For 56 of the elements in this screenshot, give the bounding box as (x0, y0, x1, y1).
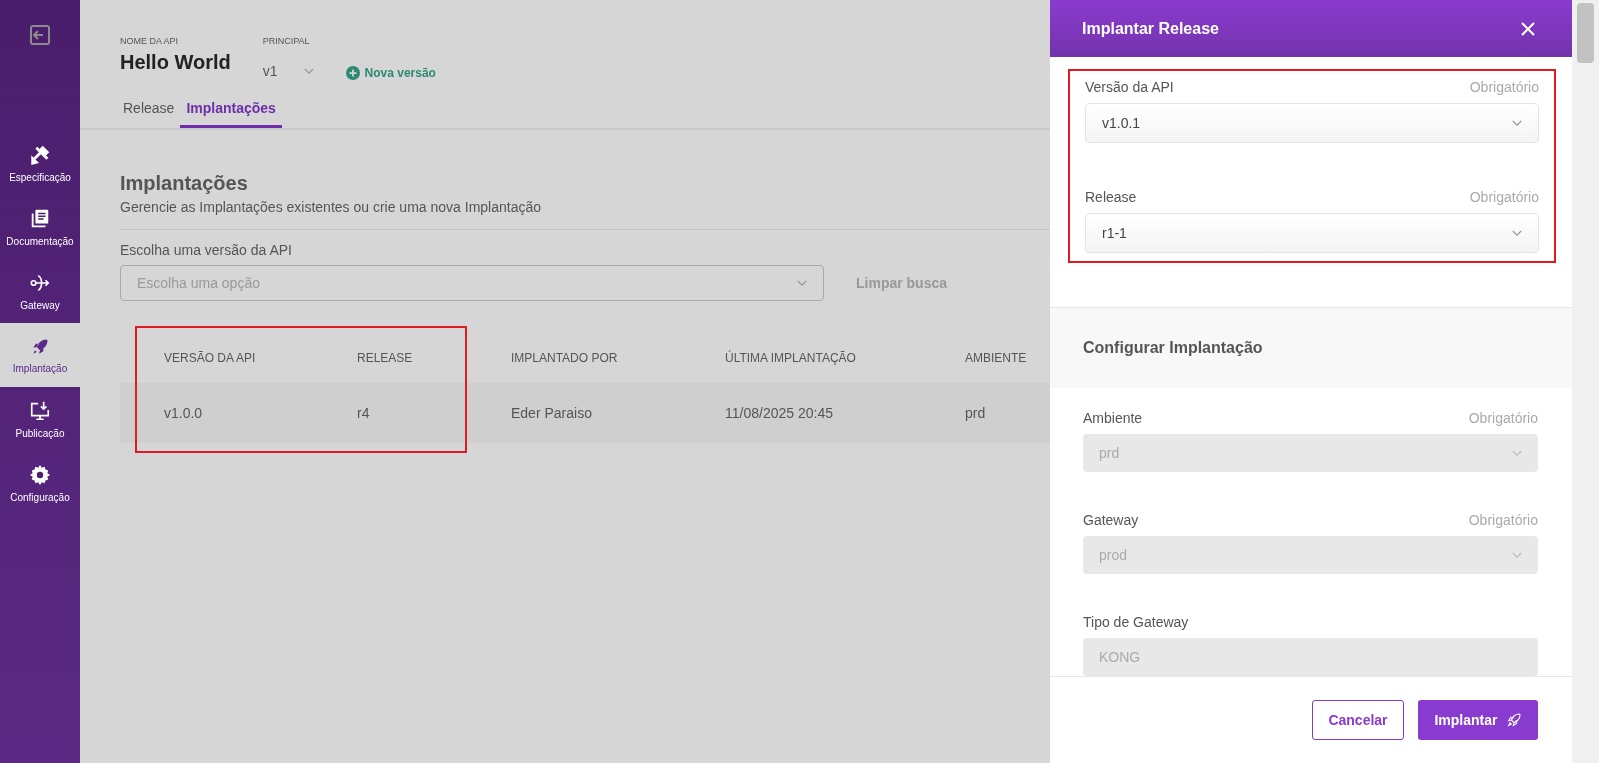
chevron-down-icon (1512, 449, 1522, 457)
scrollbar[interactable] (1572, 0, 1599, 763)
field-label: Release (1085, 189, 1137, 206)
sidebar-item[interactable]: Configuração (0, 451, 80, 515)
table-cell-text: Eder Paraiso (510, 405, 593, 421)
principal-label: PRINCIPAL (262, 36, 311, 46)
filter-label: Escolha uma versão da API (120, 242, 293, 258)
table-cell-text: v1.0.0 (163, 405, 204, 421)
sidebar-item[interactable]: Documentação (0, 195, 80, 259)
chevron-down-icon (1512, 229, 1522, 237)
column-header: VERSÃO DA API (163, 351, 257, 365)
api-name-label: NOME DA API (120, 36, 180, 46)
rocket-icon (1505, 712, 1522, 729)
select-field[interactable]: v1.0.1 (1085, 103, 1539, 144)
chevron-down-icon (1512, 119, 1522, 127)
table-cell-text: prd (964, 405, 987, 421)
required-label: Obrigatório (1469, 189, 1539, 206)
column-header: IMPLANTADO POR (510, 351, 619, 365)
section-title: Implantações (120, 172, 249, 195)
sidebar-item[interactable]: Implantação (0, 323, 80, 387)
documents-icon (29, 207, 51, 230)
required-label: Obrigatório (1468, 512, 1538, 529)
field-label: Ambiente (1083, 410, 1143, 427)
section-subtitle: Gerencie as Implantações existentes ou crie uma nova Implantação (120, 199, 542, 215)
chevron-down-icon (1512, 551, 1522, 559)
api-name: Hello World (120, 51, 231, 74)
sidebar-item[interactable]: Gateway (0, 259, 80, 323)
column-header: RELEASE (356, 351, 414, 365)
column-header: ÚLTIMA IMPLANTAÇÃO (724, 351, 857, 365)
new-version-button[interactable]: Nova versão (345, 66, 436, 80)
close-icon[interactable] (1520, 20, 1536, 37)
table-cell-text: 11/08/2025 20:45 (724, 405, 834, 421)
tab[interactable]: Implantações (180, 94, 282, 128)
required-label: Obrigatório (1468, 410, 1538, 427)
monitor-download-icon (29, 399, 51, 422)
tab[interactable]: Release (117, 94, 181, 128)
chevron-down-icon (303, 67, 314, 75)
required-label: Obrigatório (1469, 79, 1539, 96)
field-label: Gateway (1083, 512, 1139, 529)
chevron-down-icon (797, 279, 807, 287)
field-label: Versão da API (1085, 79, 1174, 96)
deploy-button[interactable]: Implantar (1418, 700, 1538, 741)
cancel-button[interactable]: Cancelar (1312, 700, 1404, 741)
exit-icon[interactable] (28, 23, 52, 47)
panel-title: Implantar Release (1082, 19, 1219, 38)
version-select[interactable]: v1 (262, 63, 314, 79)
sidebar-item[interactable]: Publicação (0, 387, 80, 451)
field-label: Tipo de Gateway (1083, 614, 1189, 631)
select-field[interactable]: r1-1 (1085, 213, 1539, 254)
plus-circle-icon (345, 66, 360, 80)
section-title: Configurar Implantação (1083, 339, 1263, 358)
column-header: AMBIENTE (964, 351, 1028, 365)
tools-icon (29, 143, 51, 166)
table-cell-text: r4 (356, 405, 371, 421)
sidebar-item[interactable]: Especificação (0, 131, 80, 195)
settings-icon (29, 463, 51, 486)
